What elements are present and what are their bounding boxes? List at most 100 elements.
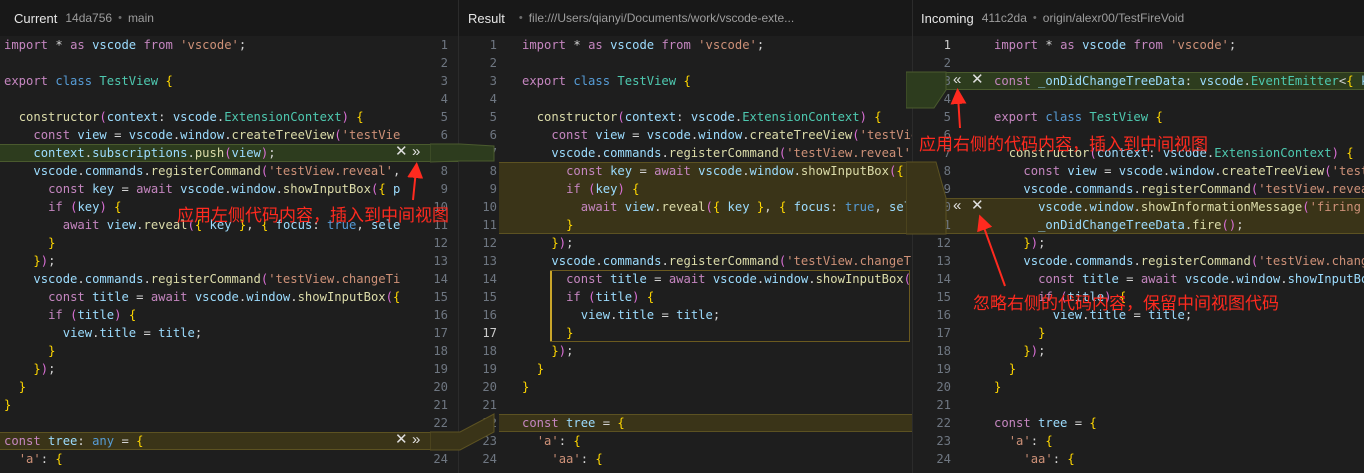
current-line[interactable]: 15 const title = await vscode.window.sho…	[0, 288, 458, 306]
code-text: const key = await vscode.window.showInpu…	[566, 164, 912, 178]
code-text: const view = vscode.window.createTreeVie…	[1023, 164, 1364, 178]
current-line[interactable]: 6 const view = vscode.window.createTreeV…	[0, 126, 458, 144]
incoming-line[interactable]: 21	[913, 396, 1364, 414]
incoming-line[interactable]: 4	[913, 90, 1364, 108]
result-line[interactable]: 12 });	[459, 234, 912, 252]
incoming-line[interactable]: 1 import * as vscode from 'vscode';	[913, 36, 1364, 54]
result-line[interactable]: 7 vscode.commands.registerCommand('testV…	[459, 144, 912, 162]
current-line[interactable]: 7 context.subscriptions.push(view);	[0, 144, 458, 162]
current-line[interactable]: 14 vscode.commands.registerCommand('test…	[0, 270, 458, 288]
code-text: const _onDidChangeTreeData: vscode.Event…	[994, 74, 1364, 88]
current-pane[interactable]: Current 14da756 • main 1 import * as vsco…	[0, 0, 458, 473]
incoming-line[interactable]: 9 vscode.commands.registerCommand('testV…	[913, 180, 1364, 198]
code-text: export class TestView {	[4, 74, 173, 88]
code-text: view.title = title;	[580, 308, 721, 322]
current-line[interactable]: 21}	[0, 396, 458, 414]
current-line[interactable]: 16 if (title) {	[0, 306, 458, 324]
current-line[interactable]: 17 view.title = title;	[0, 324, 458, 342]
ignore-incoming-button-2[interactable]: ✕	[971, 197, 984, 215]
code-text: });	[33, 254, 56, 268]
current-line[interactable]: 22	[0, 414, 458, 432]
current-line[interactable]: 8 vscode.commands.registerCommand('testV…	[0, 162, 458, 180]
result-line[interactable]: 17 }	[459, 324, 912, 342]
code-text: await view.reveal({ key }, { focus: true…	[580, 200, 912, 214]
incoming-line[interactable]: 5 export class TestView {	[913, 108, 1364, 126]
result-line[interactable]: 10 await view.reveal({ key }, { focus: t…	[459, 198, 912, 216]
code-text: vscode.commands.registerCommand('testVie…	[1023, 254, 1364, 268]
result-line[interactable]: 18 });	[459, 342, 912, 360]
code-text: constructor(context: vscode.ExtensionCon…	[536, 110, 882, 124]
code-text: vscode.window.showInformationMessage('fi…	[1038, 200, 1364, 214]
current-line[interactable]: 18 }	[0, 342, 458, 360]
code-text: if (title) {	[48, 308, 137, 322]
code-text: }	[522, 380, 530, 394]
ignore-incoming-button[interactable]: ✕	[971, 71, 984, 89]
incoming-code-area[interactable]: 1 import * as vscode from 'vscode'; 2 3 cons…	[913, 36, 1364, 473]
current-branch: main	[127, 11, 154, 25]
result-line[interactable]: 15 if (title) {	[459, 288, 912, 306]
result-line[interactable]: 2	[459, 54, 912, 72]
incoming-line[interactable]: 24 'aa': {	[913, 450, 1364, 468]
annotation-ignore-right: 忽略右侧的代码内容，保留中间视图代码	[973, 294, 1279, 314]
result-line[interactable]: 9 if (key) {	[459, 180, 912, 198]
result-line[interactable]: 8 const key = await vscode.window.showIn…	[459, 162, 912, 180]
accept-current-button-2[interactable]: »	[412, 431, 420, 449]
current-line[interactable]: 2	[0, 54, 458, 72]
incoming-line[interactable]: 2	[913, 54, 1364, 72]
code-text: 'a': {	[18, 452, 63, 466]
code-text: const title = await vscode.window.showIn…	[1038, 272, 1364, 286]
result-line[interactable]: 21	[459, 396, 912, 414]
incoming-line[interactable]: 11 _onDidChangeTreeData.fire();	[913, 216, 1364, 234]
result-pane[interactable]: Result • file:///Users/qianyi/Documents/…	[458, 0, 912, 473]
code-text: });	[33, 362, 56, 376]
code-text: 'a': {	[536, 434, 581, 448]
code-text: import * as vscode from 'vscode';	[522, 38, 765, 52]
result-line[interactable]: 11 }	[459, 216, 912, 234]
incoming-line[interactable]: 13 vscode.commands.registerCommand('test…	[913, 252, 1364, 270]
result-line[interactable]: 14 const title = await vscode.window.sho…	[459, 270, 912, 288]
result-line[interactable]: 16 view.title = title;	[459, 306, 912, 324]
current-code-area[interactable]: 1 import * as vscode from 'vscode'; 2 3 expo…	[0, 36, 458, 473]
incoming-line[interactable]: 17 }	[913, 324, 1364, 342]
current-line[interactable]: 1 import * as vscode from 'vscode';	[0, 36, 458, 54]
incoming-commit: 411c2da	[981, 11, 1027, 25]
result-line[interactable]: 19 }	[459, 360, 912, 378]
current-line[interactable]: 5 constructor(context: vscode.ExtensionC…	[0, 108, 458, 126]
result-line[interactable]: 3 export class TestView {	[459, 72, 912, 90]
current-line[interactable]: 9 const key = await vscode.window.showIn…	[0, 180, 458, 198]
incoming-line[interactable]: 12 });	[913, 234, 1364, 252]
incoming-line[interactable]: 14 const title = await vscode.window.sho…	[913, 270, 1364, 288]
result-code-area[interactable]: 1 import * as vscode from 'vscode'; 2 3 expo…	[459, 36, 912, 473]
result-line[interactable]: 22const tree = {	[459, 414, 912, 432]
incoming-line[interactable]: 8 const view = vscode.window.createTreeV…	[913, 162, 1364, 180]
current-line[interactable]: 24 'a': {	[0, 450, 458, 468]
current-line[interactable]: 3 export class TestView {	[0, 72, 458, 90]
current-line[interactable]: 13 });	[0, 252, 458, 270]
result-line[interactable]: 24 'aa': {	[459, 450, 912, 468]
result-line[interactable]: 20}	[459, 378, 912, 396]
current-line[interactable]: 20 }	[0, 378, 458, 396]
ignore-current-button-2[interactable]: ✕	[395, 431, 408, 449]
current-line[interactable]: 19 });	[0, 360, 458, 378]
accept-current-button[interactable]: »	[412, 143, 420, 161]
incoming-line[interactable]: 22 const tree = {	[913, 414, 1364, 432]
incoming-line[interactable]: 18 });	[913, 342, 1364, 360]
code-text: }	[566, 326, 574, 340]
result-line[interactable]: 4	[459, 90, 912, 108]
incoming-line[interactable]: 23 'a': {	[913, 432, 1364, 450]
code-text: });	[1023, 236, 1046, 250]
current-line[interactable]: 4	[0, 90, 458, 108]
incoming-line[interactable]: 20}	[913, 378, 1364, 396]
ignore-current-button[interactable]: ✕	[395, 143, 408, 161]
result-line[interactable]: 5 constructor(context: vscode.ExtensionC…	[459, 108, 912, 126]
separator-dot: •	[118, 12, 122, 24]
result-line[interactable]: 13 vscode.commands.registerCommand('test…	[459, 252, 912, 270]
current-line[interactable]: 23const tree: any = {	[0, 432, 458, 450]
current-line[interactable]: 12 }	[0, 234, 458, 252]
result-line[interactable]: 23 'a': {	[459, 432, 912, 450]
result-line[interactable]: 6 const view = vscode.window.createTreeV…	[459, 126, 912, 144]
result-line[interactable]: 1 import * as vscode from 'vscode';	[459, 36, 912, 54]
accept-incoming-button[interactable]: «	[953, 71, 961, 89]
accept-incoming-button-2[interactable]: «	[953, 197, 961, 215]
incoming-line[interactable]: 19 }	[913, 360, 1364, 378]
